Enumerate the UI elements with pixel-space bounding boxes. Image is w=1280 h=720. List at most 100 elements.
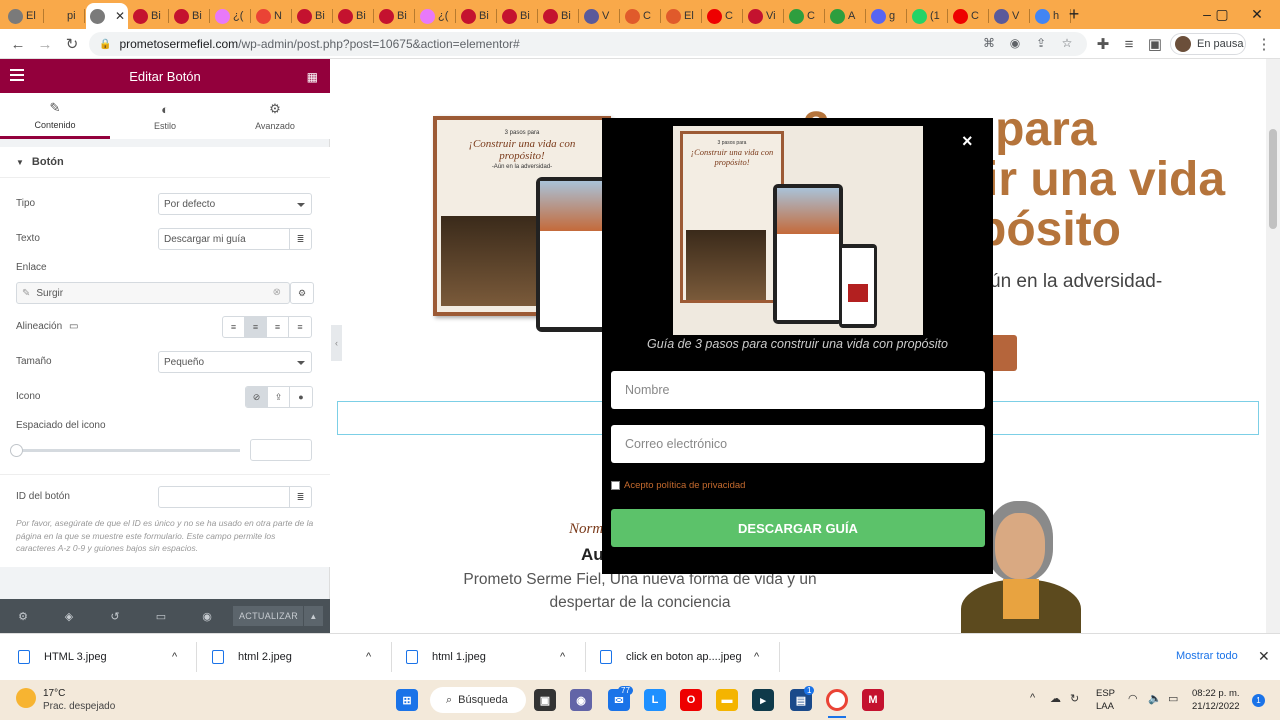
page-scrollbar[interactable] [1266, 59, 1280, 633]
id-input[interactable]: ≣ [158, 486, 312, 508]
browser-tab[interactable]: (1 [908, 3, 948, 29]
show-all-downloads-link[interactable]: Mostrar todo [1176, 650, 1238, 662]
spacing-input[interactable] [250, 439, 312, 461]
file-explorer-icon[interactable]: ▬ [716, 689, 738, 711]
widgets-grid-icon[interactable]: ▦ [307, 70, 318, 84]
download-item[interactable]: click en boton ap....jpeg [600, 642, 742, 672]
browser-tab[interactable]: Bi [375, 3, 415, 29]
sidepanel-icon[interactable]: ▣ [1145, 34, 1165, 54]
no-icon-icon[interactable]: ⊘ [246, 387, 268, 407]
dynamic-tags-icon[interactable]: ≣ [289, 229, 311, 249]
responsive-icon[interactable]: ▭ [138, 610, 184, 623]
spacing-slider-handle[interactable] [10, 444, 23, 457]
browser-tab[interactable]: Vi [744, 3, 784, 29]
scrollbar-thumb[interactable] [1269, 129, 1277, 229]
privacy-label[interactable]: Acepto política de privacidad [624, 480, 745, 491]
browser-tab[interactable]: ✕ [86, 3, 128, 29]
terminal-icon[interactable]: ▸ [752, 689, 774, 711]
extensions-icon[interactable]: ✚ [1093, 34, 1113, 54]
browser-tab[interactable]: ¿( [416, 3, 456, 29]
browser-tab[interactable]: C [949, 3, 989, 29]
reload-icon[interactable]: ↻ [62, 34, 82, 54]
gear-icon[interactable]: ⚙ [291, 283, 313, 303]
align-right-icon[interactable]: ≡ [267, 317, 289, 337]
browser-tab[interactable]: N [252, 3, 292, 29]
browser-tab[interactable]: El [662, 3, 702, 29]
chevron-up-icon[interactable]: ^ [366, 651, 371, 663]
profile-button[interactable]: En pausa [1170, 33, 1246, 55]
chevron-up-icon[interactable]: ^ [560, 651, 565, 663]
notification-badge[interactable]: 1 [1252, 694, 1265, 707]
chevron-up-icon[interactable]: ^ [1030, 692, 1035, 704]
tab-estilo[interactable]: ◐ Estilo [110, 93, 220, 139]
browser-tab[interactable]: V [580, 3, 620, 29]
browser-tab[interactable]: Bi [334, 3, 374, 29]
tab-avanzado[interactable]: ⚙ Avanzado [220, 93, 330, 139]
tamano-select[interactable]: Pequeño [158, 351, 312, 373]
settings-icon[interactable]: ⚙ [0, 610, 46, 623]
email-input[interactable]: Correo electrónico [611, 425, 985, 463]
history-icon[interactable]: ↺ [92, 610, 138, 623]
address-bar[interactable]: 🔒 prometosermefiel.com/wp-admin/post.php… [89, 32, 1087, 56]
browser-tab[interactable]: Bi [498, 3, 538, 29]
browser-tab[interactable]: ¿( [211, 3, 251, 29]
chevron-up-icon[interactable]: ^ [172, 651, 177, 663]
tipo-select[interactable]: Por defecto [158, 193, 312, 215]
close-window-button[interactable]: ✕ [1234, 3, 1280, 25]
privacy-checkbox[interactable] [611, 481, 620, 490]
close-icon[interactable]: × [962, 131, 973, 152]
eye-icon[interactable]: ◉ [1007, 36, 1023, 52]
browser-tab[interactable]: C [621, 3, 661, 29]
browser-tab[interactable]: Bi [293, 3, 333, 29]
close-shelf-icon[interactable]: ✕ [1258, 648, 1270, 665]
browser-tab[interactable]: V [990, 3, 1030, 29]
browser-tab[interactable]: C [703, 3, 743, 29]
download-guide-button[interactable]: DESCARGAR GUÍA [611, 509, 985, 547]
volume-icon[interactable]: 🔈 [1148, 692, 1162, 705]
spacing-slider-track[interactable] [16, 449, 240, 452]
weather-icon[interactable] [16, 688, 36, 708]
align-justify-icon[interactable]: ≡ [289, 317, 311, 337]
upload-icon[interactable]: ⇪ [268, 387, 290, 407]
clock-date[interactable]: 21/12/2022 [1192, 701, 1240, 712]
cloud-icon[interactable]: ☁ [1050, 692, 1061, 705]
update-button[interactable]: ACTUALIZAR ▲ [233, 606, 323, 626]
media-icon[interactable]: ≡ [1119, 34, 1139, 54]
section-header-boton[interactable]: ▼ Botón [0, 147, 330, 177]
chrome-icon[interactable] [826, 689, 848, 711]
mcafee-icon[interactable]: M [862, 689, 884, 711]
preview-icon[interactable]: ◉ [184, 610, 230, 623]
enlace-settings[interactable]: ⚙ [290, 282, 314, 304]
translate-icon[interactable]: ⌘ [981, 36, 997, 52]
weather-desc[interactable]: Prac. despejado [43, 701, 115, 712]
share-icon[interactable]: ⇪ [1033, 36, 1049, 52]
forward-icon[interactable]: → [35, 34, 55, 54]
wifi-icon[interactable]: ◠ [1128, 692, 1138, 705]
opera-icon[interactable]: O [680, 689, 702, 711]
battery-icon[interactable]: ▭ [1168, 692, 1178, 705]
navigator-icon[interactable]: ◈ [46, 610, 92, 623]
chevron-up-icon[interactable]: ▲ [303, 606, 323, 626]
lang-bottom[interactable]: LAA [1096, 701, 1114, 712]
enlace-input[interactable]: ✎ Surgir ⊗ [16, 282, 290, 304]
l-app-icon[interactable]: L [644, 689, 666, 711]
tab-close-icon[interactable]: ✕ [115, 9, 125, 23]
collapse-panel-icon[interactable]: ‹ [331, 325, 342, 361]
browser-tab[interactable]: Bi [457, 3, 497, 29]
sync-icon[interactable]: ↻ [1070, 692, 1079, 705]
clock-time[interactable]: 08:22 p. m. [1192, 688, 1240, 699]
weather-temp[interactable]: 17°C [43, 688, 65, 699]
taskbar-search[interactable]: ⌕ Búsqueda [430, 687, 526, 713]
browser-tab[interactable]: Bi [170, 3, 210, 29]
circle-icon[interactable]: ● [290, 387, 312, 407]
back-icon[interactable]: ← [8, 34, 28, 54]
browser-tab[interactable]: Bi [129, 3, 169, 29]
browser-tab[interactable]: Bi [539, 3, 579, 29]
align-center-icon[interactable]: ≡ [245, 317, 267, 337]
star-icon[interactable]: ☆ [1059, 36, 1075, 52]
browser-tab[interactable]: g [867, 3, 907, 29]
download-item[interactable]: HTML 3.jpeg [18, 642, 107, 672]
texto-input[interactable]: Descargar mi guía ≣ [158, 228, 312, 250]
browser-tab[interactable]: C [785, 3, 825, 29]
align-left-icon[interactable]: ≡ [223, 317, 245, 337]
